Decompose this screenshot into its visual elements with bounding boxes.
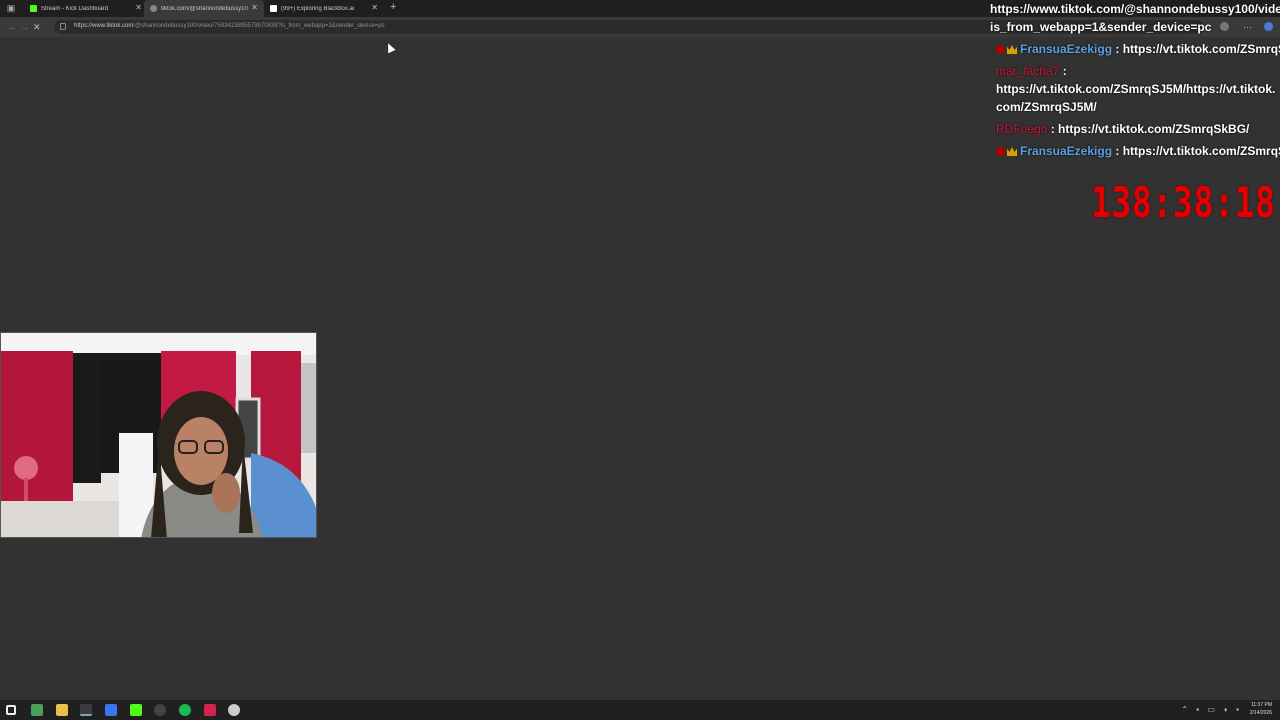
- chat-top-link: https://www.tiktok.com/@shannondebussy10…: [990, 0, 1280, 36]
- tiktok-favicon-icon: [270, 5, 277, 12]
- clock-date: 2/14/2026: [1249, 710, 1272, 716]
- chat-username: FransuaEzekigg: [1020, 144, 1113, 158]
- chat-separator: :: [1112, 144, 1123, 158]
- badge-icon: [996, 147, 1005, 156]
- chat-username: FransuaEzekigg: [1020, 42, 1113, 56]
- back-icon[interactable]: ←: [8, 21, 17, 33]
- chat-text: https://vt.tiktok.com/ZSmrqSJ5M/https://…: [996, 82, 1276, 114]
- reload-icon[interactable]: ✕: [33, 21, 41, 33]
- chat-overlay: FransuaEzekigg : https://vt.tiktok.com/Z…: [996, 40, 1280, 164]
- chat-text: https://vt.tiktok.com/ZSmrqSkBG/: [1058, 122, 1250, 136]
- forward-icon[interactable]: →: [20, 21, 29, 33]
- close-tab-icon[interactable]: ✕: [371, 3, 378, 13]
- windows-taskbar: ⌃ ▪ ▭ ◖ ▪ 11:37 PM 2/14/2026: [0, 700, 1280, 720]
- app-red-icon[interactable]: [204, 704, 216, 716]
- settings-icon[interactable]: [228, 704, 240, 716]
- chat-separator: :: [1047, 122, 1059, 136]
- chrome-icon[interactable]: [80, 704, 92, 716]
- tab-title: tiktok.com/@shannondebussy10: [161, 5, 248, 12]
- terminal-icon[interactable]: [31, 704, 43, 716]
- chat-separator: :: [1059, 64, 1067, 78]
- screen: ▣ Stream - Kick Dashboard ✕ tiktok.com/@…: [0, 0, 1280, 720]
- file-explorer-icon[interactable]: [56, 704, 68, 716]
- chat-message: RDFuego : https://vt.tiktok.com/ZSmrqSkB…: [996, 120, 1280, 138]
- chat-username: RDFuego: [996, 122, 1048, 136]
- chat-separator: :: [1112, 42, 1123, 56]
- stream-timer: 138:38:18: [1091, 178, 1276, 227]
- tab-kick-dashboard[interactable]: Stream - Kick Dashboard ✕: [24, 0, 148, 17]
- mouse-cursor-icon: [384, 41, 396, 54]
- chat-text: https://vt.tiktok.com/ZSmrqSJ5M/: [1122, 42, 1280, 56]
- clock-time: 11:37 PM: [1250, 702, 1272, 708]
- tab-search-icon[interactable]: ▣: [5, 3, 17, 13]
- url-path: /@shannondebussy100/video/75934238955799…: [133, 23, 385, 29]
- webcam-image: [1, 333, 316, 537]
- chat-message: FransuaEzekigg : https://vt.tiktok.com/Z…: [996, 40, 1280, 58]
- obs-icon[interactable]: [154, 704, 166, 716]
- tab-tiktok[interactable]: tiktok.com/@shannondebussy10 ✕: [144, 0, 264, 17]
- system-tray-icons[interactable]: ⌃ ▪ ▭ ◖ ▪: [1181, 705, 1242, 714]
- address-url: https://www.tiktok.com/@shannondebussy10…: [74, 23, 385, 29]
- close-tab-icon[interactable]: ✕: [251, 3, 258, 13]
- tab-title: Stream - Kick Dashboard: [41, 5, 109, 12]
- chat-message: FransuaEzekigg : https://vt.tiktok.com/Z…: [996, 142, 1280, 160]
- badge-icon: [996, 45, 1005, 54]
- crown-icon: [1007, 147, 1017, 156]
- loading-favicon-icon: [150, 5, 157, 12]
- webcam-feed: [0, 332, 317, 538]
- windows-icon[interactable]: [6, 705, 16, 715]
- close-tab-icon[interactable]: ✕: [135, 3, 142, 13]
- crown-icon: [1007, 45, 1017, 54]
- chat-username: mar_facha7: [996, 64, 1060, 78]
- tab-title: (99+) Exploring Blackbox.ai: [281, 5, 355, 12]
- kick-icon[interactable]: [130, 704, 142, 716]
- clock[interactable]: 11:37 PM 2/14/2026: [1250, 701, 1272, 717]
- tab-blackbox[interactable]: (99+) Exploring Blackbox.ai ✕: [264, 0, 384, 17]
- kick-favicon-icon: [30, 5, 37, 12]
- chat-message: mar_facha7 : https://vt.tiktok.com/ZSmrq…: [996, 62, 1280, 116]
- chat-top-link-line-2: is_from_webapp=1&sender_device=pc: [990, 20, 1212, 34]
- url-host: https://www.tiktok.com: [74, 23, 134, 29]
- new-tab-button[interactable]: +: [390, 1, 396, 13]
- signal-icon[interactable]: [105, 704, 117, 716]
- chat-text: https://vt.tiktok.com/ZSmrqSJ5M/: [1122, 144, 1280, 158]
- lock-icon: [60, 23, 66, 30]
- chat-top-link-line-1: https://www.tiktok.com/@shannondebussy10…: [990, 2, 1280, 16]
- spotify-icon[interactable]: [179, 704, 191, 716]
